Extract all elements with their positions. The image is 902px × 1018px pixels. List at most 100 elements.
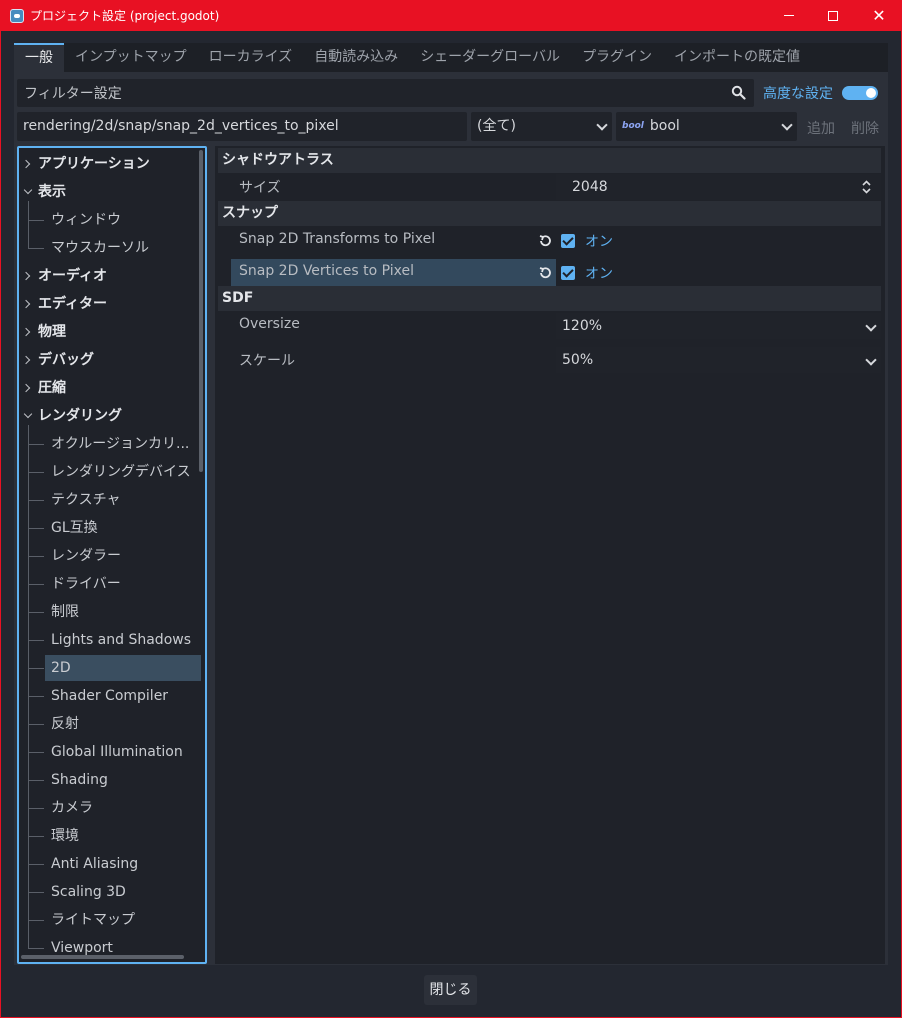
tree-item-label: 制限: [51, 604, 79, 620]
tree-subsection-item[interactable]: Anti Aliasing: [45, 851, 201, 877]
tree-item-label: 反射: [51, 716, 79, 732]
tree-item-label: Shading: [51, 772, 108, 788]
search-icon: [731, 85, 746, 100]
chevron-down-icon[interactable]: [23, 409, 33, 419]
tree-section-item[interactable]: エディター: [19, 291, 203, 317]
tree-item-label: Lights and Shadows: [51, 632, 192, 648]
tree-subsection-item[interactable]: ウィンドウ: [45, 207, 201, 233]
tree-subsection-item[interactable]: 環境: [45, 823, 201, 849]
tree-subsection-item[interactable]: 制限: [45, 599, 201, 625]
tree-subsection-item[interactable]: 反射: [45, 711, 201, 737]
chevron-right-icon[interactable]: [21, 355, 31, 365]
tab-localization[interactable]: ローカライズ: [198, 43, 304, 72]
snap-vertices-value: オン: [585, 266, 613, 282]
tree-vertical-scrollbar[interactable]: [199, 150, 203, 472]
tab-general[interactable]: 一般: [14, 43, 64, 72]
godot-logo-icon: [10, 8, 24, 23]
tree-subsection-item[interactable]: Shader Compiler: [45, 683, 201, 709]
tree-section-item[interactable]: アプリケーション: [19, 151, 203, 177]
tree-item-label: ドライバー: [51, 576, 121, 592]
section-snap[interactable]: スナップ: [218, 201, 881, 226]
bool-type-icon: bool: [622, 121, 644, 131]
tree-connector-line: [28, 724, 44, 725]
tree-subsection-item[interactable]: 2D: [45, 655, 201, 681]
section-shadow-atlas[interactable]: シャドウアトラス: [218, 148, 881, 173]
tree-connector-line: [28, 500, 44, 501]
property-path-input[interactable]: rendering/2d/snap/snap_2d_vertices_to_pi…: [17, 112, 467, 141]
tree-subsection-item[interactable]: ライトマップ: [45, 907, 201, 933]
tree-section-item[interactable]: 物理: [19, 319, 203, 345]
tab-plugins[interactable]: プラグイン: [571, 43, 663, 72]
tree-section-item[interactable]: オーディオ: [19, 263, 203, 289]
type-filter-value: (全て): [477, 118, 516, 134]
filter-input[interactable]: フィルター設定: [17, 79, 754, 107]
close-button[interactable]: 閉じる: [424, 975, 477, 1005]
section-sdf[interactable]: SDF: [218, 286, 881, 311]
tree-subsection-item[interactable]: カメラ: [45, 795, 201, 821]
tree-subsection-item[interactable]: ドライバー: [45, 571, 201, 597]
tree-section-item[interactable]: レンダリング: [19, 403, 203, 429]
tree-connector-line: [28, 201, 29, 249]
chevron-down-icon[interactable]: [23, 185, 33, 195]
chevron-down-icon: [865, 354, 877, 366]
tree-subsection-item[interactable]: マウスカーソル: [45, 235, 201, 261]
tree-subsection-item[interactable]: Global Illumination: [45, 739, 201, 765]
tree-item-label: Global Illumination: [51, 744, 183, 760]
tree-subsection-item[interactable]: Scaling 3D: [45, 879, 201, 905]
tree-item-label: Scaling 3D: [51, 884, 126, 900]
tree-connector-line: [28, 640, 44, 641]
tab-input-map[interactable]: インプットマップ: [64, 43, 198, 72]
value-type-select[interactable]: bool bool: [616, 112, 797, 141]
tree-section-item[interactable]: デバッグ: [19, 347, 203, 373]
tree-subsection-item[interactable]: レンダラー: [45, 543, 201, 569]
revert-icon[interactable]: [538, 234, 552, 248]
minimize-icon: [784, 15, 794, 16]
chevron-right-icon[interactable]: [21, 271, 31, 281]
revert-icon[interactable]: [538, 266, 552, 280]
tab-import-defaults[interactable]: インポートの既定値: [663, 43, 811, 72]
tree-subsection-item[interactable]: Lights and Shadows: [45, 627, 201, 653]
tree-subsection-item[interactable]: オクルージョンカリ...: [45, 431, 201, 457]
shadow-atlas-size-label: サイズ: [239, 180, 281, 196]
tree-subsection-item[interactable]: テクスチャ: [45, 487, 201, 513]
advanced-settings-toggle[interactable]: [842, 86, 878, 100]
tree-connector-line: [28, 556, 44, 557]
snap-vertices-label[interactable]: Snap 2D Vertices to Pixel: [239, 263, 414, 279]
shadow-atlas-size-field[interactable]: 2048: [556, 174, 881, 200]
tree-horizontal-scrollbar[interactable]: [21, 955, 184, 959]
value-type-value: bool: [649, 118, 680, 134]
tab-shader-globals[interactable]: シェーダーグローバル: [409, 43, 571, 72]
tree-connector-line: [28, 668, 44, 669]
chevron-right-icon[interactable]: [21, 327, 31, 337]
tree-subsection-item[interactable]: GL互換: [45, 515, 201, 541]
chevron-right-icon[interactable]: [21, 299, 31, 309]
chevron-right-icon[interactable]: [21, 383, 31, 393]
minimize-button[interactable]: [766, 0, 812, 31]
add-button[interactable]: 追加: [807, 118, 835, 138]
tree-subsection-item[interactable]: レンダリングデバイス: [45, 459, 201, 485]
tree-subsection-item[interactable]: Shading: [45, 767, 201, 793]
tree-item-label: 2D: [51, 660, 71, 676]
tree-connector-line: [28, 920, 44, 921]
tree-connector-line: [28, 612, 44, 613]
chevron-right-icon[interactable]: [21, 159, 31, 169]
maximize-button[interactable]: [810, 0, 856, 31]
settings-tabs: 一般 インプットマップ ローカライズ 自動読み込み シェーダーグローバル プラグ…: [14, 43, 888, 72]
snap-transforms-label: Snap 2D Transforms to Pixel: [239, 231, 436, 247]
delete-button[interactable]: 削除: [851, 118, 879, 138]
chevron-down-icon: [781, 119, 793, 131]
tree-connector-line: [28, 425, 29, 949]
tab-autoload[interactable]: 自動読み込み: [303, 43, 409, 72]
tree-item-label: 物理: [38, 324, 66, 340]
sdf-oversize-select[interactable]: 120%: [556, 313, 881, 339]
snap-transforms-checkbox[interactable]: [561, 234, 575, 248]
tree-section-item[interactable]: 表示: [19, 179, 203, 205]
tree-connector-line: [28, 220, 44, 221]
tree-item-label: テクスチャ: [51, 492, 121, 508]
tree-section-item[interactable]: 圧縮: [19, 375, 203, 401]
close-window-button[interactable]: ✕: [856, 0, 902, 31]
type-filter-select[interactable]: (全て): [471, 112, 612, 141]
snap-vertices-checkbox[interactable]: [561, 266, 575, 280]
sdf-scale-select[interactable]: 50%: [556, 347, 881, 373]
tree-item-label: レンダリングデバイス: [51, 464, 191, 480]
